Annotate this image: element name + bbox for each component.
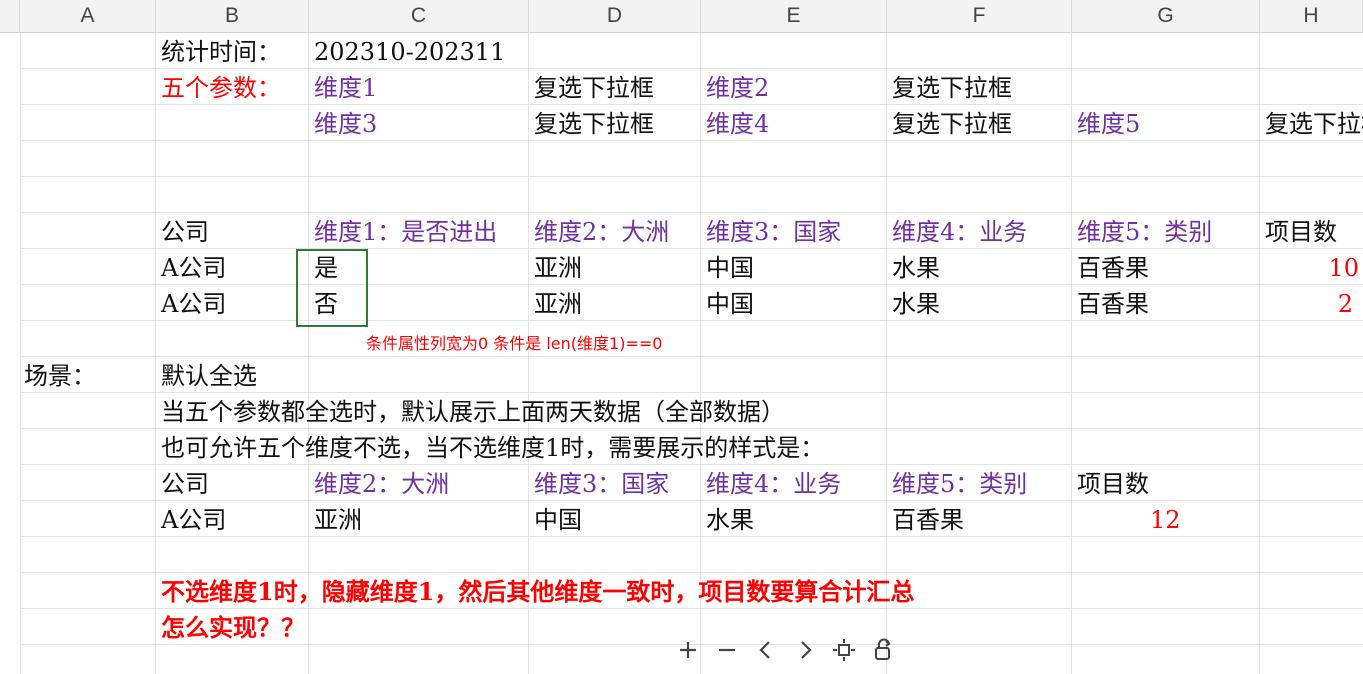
column-header-b[interactable]: B <box>156 0 309 33</box>
column-header-d[interactable]: D <box>529 0 701 33</box>
cell-g3[interactable]: 维度5 <box>1077 109 1140 139</box>
cell-b8[interactable]: A公司 <box>161 289 226 319</box>
cell-e13[interactable]: 维度4：业务 <box>706 469 886 499</box>
cell-f7[interactable]: 水果 <box>892 253 940 283</box>
cell-c2[interactable]: 维度1 <box>314 73 377 103</box>
fit-screen-icon <box>833 639 855 661</box>
cell-h3[interactable]: 复选下拉框 <box>1265 109 1363 139</box>
cell-g7[interactable]: 百香果 <box>1077 253 1149 283</box>
gridline <box>1071 33 1072 674</box>
column-header-a[interactable]: A <box>20 0 156 33</box>
cell-d7[interactable]: 亚洲 <box>534 253 582 283</box>
rotate-button[interactable] <box>869 636 897 664</box>
cell-b7[interactable]: A公司 <box>161 253 226 283</box>
cell-b17[interactable]: 怎么实现？？ <box>161 613 305 643</box>
gridline <box>20 536 1363 537</box>
chevron-right-icon <box>801 641 812 659</box>
gridline <box>20 176 1363 177</box>
column-header-h[interactable]: H <box>1260 0 1363 33</box>
highlight-box <box>296 249 368 327</box>
condition-note: 条件属性列宽为0 条件是 len(维度1)==0 <box>366 334 663 353</box>
cell-b14[interactable]: A公司 <box>161 505 226 535</box>
fit-screen-button[interactable] <box>830 636 858 664</box>
gridline <box>20 284 1363 285</box>
cell-f8[interactable]: 水果 <box>892 289 940 319</box>
gridline <box>1259 33 1260 674</box>
column-header-e[interactable]: E <box>701 0 887 33</box>
chevron-left-icon <box>759 641 770 659</box>
cell-f2[interactable]: 复选下拉框 <box>892 73 1012 103</box>
minus-icon <box>719 648 735 652</box>
cell-e7[interactable]: 中国 <box>706 253 754 283</box>
cell-a10[interactable]: 场景： <box>24 361 96 391</box>
cell-c3[interactable]: 维度3 <box>314 109 377 139</box>
rotate-icon <box>875 638 891 660</box>
gridline <box>20 104 1363 105</box>
cell-h7[interactable]: 10 <box>1265 253 1359 283</box>
gridline <box>20 320 1363 321</box>
cell-g13[interactable]: 项目数 <box>1077 469 1149 499</box>
cell-d14[interactable]: 中国 <box>534 505 582 535</box>
gridline <box>20 464 1363 465</box>
cell-e6[interactable]: 维度3：国家 <box>706 217 886 247</box>
column-header-c[interactable]: C <box>309 0 529 33</box>
gridline <box>20 500 1363 501</box>
viewer-toolbar <box>674 636 897 664</box>
zoom-in-button[interactable] <box>674 636 702 664</box>
cell-d2[interactable]: 复选下拉框 <box>534 73 654 103</box>
cell-b1[interactable]: 统计时间： <box>161 37 281 67</box>
cell-b2[interactable]: 五个参数： <box>161 73 281 103</box>
gridline <box>20 572 1363 573</box>
cell-d6[interactable]: 维度2：大洲 <box>534 217 700 247</box>
gridline <box>20 392 1363 393</box>
gridline <box>155 33 156 674</box>
cell-d3[interactable]: 复选下拉框 <box>534 109 654 139</box>
cell-e3[interactable]: 维度4 <box>706 109 769 139</box>
plus-icon <box>680 642 696 658</box>
cell-c14[interactable]: 亚洲 <box>314 505 362 535</box>
cell-d8[interactable]: 亚洲 <box>534 289 582 319</box>
gridline <box>20 212 1363 213</box>
cell-b12[interactable]: 也可允许五个维度不选，当不选维度1时，需要展示的样式是： <box>161 433 824 463</box>
cell-b6[interactable]: 公司 <box>161 217 209 247</box>
gridline <box>20 140 1363 141</box>
gridline <box>20 356 1363 357</box>
zoom-out-button[interactable] <box>713 636 741 664</box>
cell-e14[interactable]: 水果 <box>706 505 754 535</box>
cell-h6[interactable]: 项目数 <box>1265 217 1363 247</box>
cell-g14[interactable]: 12 <box>1150 505 1181 535</box>
cell-f6[interactable]: 维度4：业务 <box>892 217 1071 247</box>
cell-c13[interactable]: 维度2：大洲 <box>314 469 449 499</box>
column-header-f[interactable]: F <box>887 0 1072 33</box>
cell-h8[interactable]: 2 <box>1265 289 1353 319</box>
cell-f3[interactable]: 复选下拉框 <box>892 109 1012 139</box>
cell-b16[interactable]: 不选维度1时，隐藏维度1，然后其他维度一致时，项目数要算合计汇总 <box>161 577 914 607</box>
cell-f14[interactable]: 百香果 <box>892 505 964 535</box>
cell-b13[interactable]: 公司 <box>161 469 209 499</box>
cell-c6[interactable]: 维度1：是否进出 <box>314 217 528 247</box>
cell-g6[interactable]: 维度5：类别 <box>1077 217 1259 247</box>
column-header-corner[interactable] <box>0 0 20 33</box>
cell-d13[interactable]: 维度3：国家 <box>534 469 700 499</box>
column-header-g[interactable]: G <box>1072 0 1260 33</box>
gridline <box>20 428 1363 429</box>
cell-e8[interactable]: 中国 <box>706 289 754 319</box>
gridline <box>20 248 1363 249</box>
next-button[interactable] <box>791 636 819 664</box>
gridline <box>20 33 21 674</box>
cell-g8[interactable]: 百香果 <box>1077 289 1149 319</box>
previous-button[interactable] <box>752 636 780 664</box>
cell-c1[interactable]: 202310-202311 <box>314 37 505 67</box>
gridline <box>20 608 1363 609</box>
cell-f13[interactable]: 维度5：类别 <box>892 469 1071 499</box>
cell-e2[interactable]: 维度2 <box>706 73 769 103</box>
cell-b10[interactable]: 默认全选 <box>161 361 257 391</box>
gridline <box>20 68 1363 69</box>
cell-b11[interactable]: 当五个参数都全选时，默认展示上面两天数据（全部数据） <box>161 397 785 427</box>
